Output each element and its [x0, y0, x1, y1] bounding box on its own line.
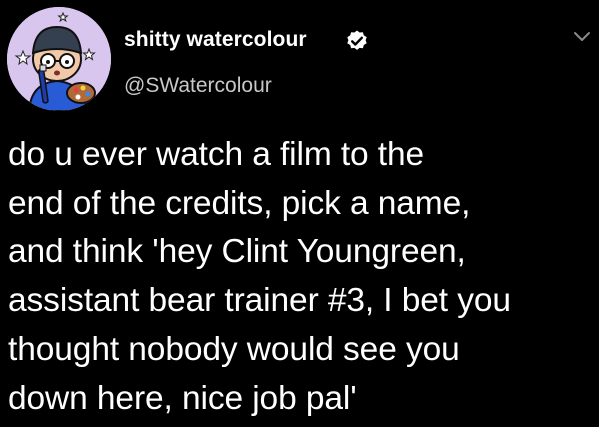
user-handle[interactable]: @SWatercolour — [124, 74, 272, 98]
verified-badge-icon — [347, 30, 367, 50]
watercolour-painter-avatar-icon — [7, 7, 111, 111]
chevron-down-icon[interactable] — [572, 29, 592, 43]
tweet-text-line: down here, nice job pal' — [8, 379, 357, 417]
tweet-text-line: end of the credits, pick a name, — [8, 184, 471, 222]
display-name[interactable]: shitty watercolour — [124, 28, 307, 52]
tweet-card: shitty watercolour @SWatercolour do u ev… — [0, 0, 599, 427]
avatar[interactable] — [7, 7, 111, 111]
tweet-text-line: assistant bear trainer #3, I bet you — [8, 282, 511, 320]
tweet-text-line: thought nobody would see you — [8, 330, 460, 368]
tweet-text-line: and think 'hey Clint Youngreen, — [8, 233, 466, 271]
tweet-text-line: do u ever watch a film to the — [8, 136, 425, 173]
tweet-text: do u ever watch a film to the end of the… — [8, 131, 593, 423]
